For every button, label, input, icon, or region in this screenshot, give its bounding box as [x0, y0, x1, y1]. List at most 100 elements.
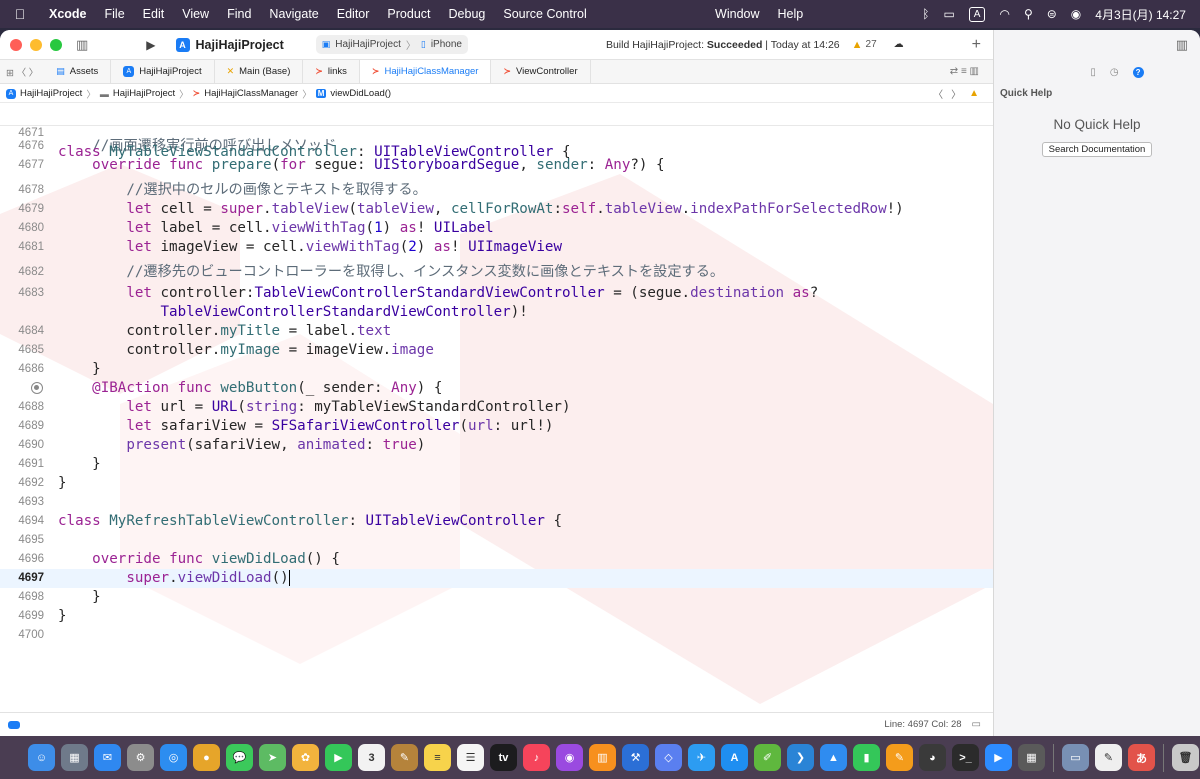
- next-issue-icon[interactable]: 〉: [951, 86, 961, 101]
- simulator-icon[interactable]: ◇: [655, 744, 682, 771]
- code-line[interactable]: TableViewControllerStandardViewControlle…: [0, 303, 993, 322]
- menu-view[interactable]: View: [173, 7, 218, 21]
- code-line[interactable]: 4695: [0, 531, 993, 550]
- previous-issue-icon[interactable]: 〈: [933, 86, 943, 101]
- github-desktop-icon[interactable]: ◕: [919, 744, 946, 771]
- siri-icon[interactable]: ◉: [1071, 7, 1081, 21]
- search-documentation-button[interactable]: Search Documentation: [1041, 142, 1153, 157]
- tv-icon[interactable]: tv: [490, 744, 517, 771]
- books-icon[interactable]: ▥: [589, 744, 616, 771]
- trash-icon[interactable]: 🗑: [1172, 744, 1199, 771]
- related-items-icon[interactable]: ⊞ 〈 〉: [0, 60, 44, 83]
- numbers-icon[interactable]: ▮: [853, 744, 880, 771]
- code-line[interactable]: 4698 }: [0, 588, 993, 607]
- menu-source-control[interactable]: Source Control: [494, 7, 595, 21]
- code-line[interactable]: 4679 let cell = super.tableView(tableVie…: [0, 200, 993, 219]
- code-line[interactable]: 4693: [0, 493, 993, 512]
- code-line[interactable]: 4692}: [0, 474, 993, 493]
- code-line[interactable]: 4686 }: [0, 360, 993, 379]
- menu-product[interactable]: Product: [378, 7, 439, 21]
- code-line[interactable]: 4685 controller.myImage = imageView.imag…: [0, 341, 993, 360]
- tab-viewcontroller[interactable]: ≻ ViewController: [491, 60, 591, 83]
- breadcrumb-symbol[interactable]: MviewDidLoad(): [315, 88, 391, 99]
- finder-icon[interactable]: ☺: [28, 744, 55, 771]
- code-line[interactable]: 4680 let label = cell.viewWithTag(1) as!…: [0, 219, 993, 238]
- photos-icon[interactable]: ✿: [292, 744, 319, 771]
- menu-window[interactable]: Window: [706, 7, 768, 21]
- menu-find[interactable]: Find: [218, 7, 260, 21]
- minimize-window-button[interactable]: [30, 38, 42, 51]
- code-line[interactable]: 4689 let safariView = SFSafariViewContro…: [0, 417, 993, 436]
- code-line[interactable]: 4699}: [0, 607, 993, 626]
- code-line[interactable]: 4690 present(safariView, animated: true): [0, 436, 993, 455]
- bluetooth-icon[interactable]: ᛒ: [922, 7, 929, 21]
- history-inspector-icon[interactable]: ◷: [1110, 67, 1119, 78]
- wifi-icon[interactable]: ◠: [999, 7, 1009, 21]
- menu-debug[interactable]: Debug: [440, 7, 495, 21]
- terminal-icon[interactable]: >_: [952, 744, 979, 771]
- warning-icon[interactable]: ▲: [969, 88, 979, 99]
- reminders-icon[interactable]: ☰: [457, 744, 484, 771]
- source-editor[interactable]: 4671 class MyTableViewStandardController…: [0, 104, 993, 712]
- code-line[interactable]: 4682 //遷移先のビューコントローラーを取得し、インスタンス変数に画像とテキ…: [0, 263, 993, 282]
- tab-links[interactable]: ≻ links: [303, 60, 360, 83]
- facetime-icon[interactable]: ▶: [325, 744, 352, 771]
- code-line[interactable]: 4684 controller.myTitle = label.text: [0, 322, 993, 341]
- notes-icon[interactable]: ≡: [424, 744, 451, 771]
- battery-icon[interactable]: ▭: [943, 7, 954, 21]
- maps-icon[interactable]: ➤: [259, 744, 286, 771]
- code-line[interactable]: 4678 //選択中のセルの画像とテキストを取得する。: [0, 181, 993, 200]
- mail-icon[interactable]: ✉: [94, 744, 121, 771]
- zoom-icon[interactable]: ▶: [985, 744, 1012, 771]
- code-line[interactable]: @IBAction func webButton(_ sender: Any) …: [0, 379, 993, 398]
- calendar-icon[interactable]: 3: [358, 744, 385, 771]
- editor-options-icons[interactable]: ⇄ ≡ ▥: [950, 66, 979, 77]
- menubar-clock[interactable]: 4月3日(月) 14:27: [1095, 6, 1186, 23]
- input-source-indicator[interactable]: A: [968, 6, 986, 22]
- podcasts-icon[interactable]: ◉: [556, 744, 583, 771]
- breadcrumb-project[interactable]: A HajiHajiProject: [6, 88, 82, 99]
- menu-file[interactable]: File: [96, 7, 134, 21]
- run-destination-selector[interactable]: ▣ HajiHajiProject 〉 ▯ iPhone: [315, 35, 468, 54]
- inspector-toggle-icon[interactable]: ▥: [1176, 37, 1188, 53]
- messages-icon[interactable]: 💬: [226, 744, 253, 771]
- calculator-icon[interactable]: ▦: [1018, 744, 1045, 771]
- chrome-icon[interactable]: ●: [193, 744, 220, 771]
- menu-editor[interactable]: Editor: [328, 7, 379, 21]
- current-code-line[interactable]: 4697 super.viewDidLoad(): [0, 569, 993, 588]
- music-icon[interactable]: ♪: [523, 744, 550, 771]
- debug-area-toggle[interactable]: [8, 720, 20, 729]
- kotoeri-icon[interactable]: あ: [1128, 744, 1155, 771]
- code-line[interactable]: 4688 let url = URL(string: myTableViewSt…: [0, 398, 993, 417]
- scheme-title[interactable]: A HajiHajiProject: [175, 37, 284, 52]
- system-settings-icon[interactable]: ⚙: [127, 744, 154, 771]
- code-line[interactable]: 4691 }: [0, 455, 993, 474]
- run-button-icon[interactable]: ▶: [146, 38, 155, 52]
- code-line[interactable]: 4681 let imageView = cell.viewWithTag(2)…: [0, 238, 993, 257]
- file-inspector-icon[interactable]: ▯: [1090, 67, 1096, 78]
- add-tab-icon[interactable]: +: [972, 36, 981, 54]
- spotlight-search-icon[interactable]: ⚲: [1024, 7, 1033, 21]
- breadcrumb-file[interactable]: ≻ HajiHajiClassManager: [193, 88, 299, 99]
- xcode-beta-icon[interactable]: ✐: [754, 744, 781, 771]
- close-window-button[interactable]: [10, 38, 22, 51]
- menu-app-name[interactable]: Xcode: [40, 7, 96, 21]
- apple-menu-icon[interactable]: : [0, 6, 40, 22]
- control-center-icon[interactable]: ⊜: [1047, 7, 1057, 21]
- tab-hajihajiproject[interactable]: A HajiHajiProject: [111, 60, 215, 83]
- vscode-icon[interactable]: ❯: [787, 744, 814, 771]
- safari-icon[interactable]: ◎: [160, 744, 187, 771]
- menu-help[interactable]: Help: [769, 7, 813, 21]
- pages-icon[interactable]: ✎: [886, 744, 913, 771]
- sticky-scope-header[interactable]: 4671 class MyTableViewStandardController…: [0, 104, 993, 160]
- menu-navigate[interactable]: Navigate: [260, 7, 327, 21]
- testflight-icon[interactable]: ✈: [688, 744, 715, 771]
- textedit-icon[interactable]: ✎: [1095, 744, 1122, 771]
- quick-help-icon[interactable]: ?: [1132, 66, 1144, 78]
- xcode-icon[interactable]: ⚒: [622, 744, 649, 771]
- tab-main-base[interactable]: ✕ Main (Base): [215, 60, 304, 83]
- breadcrumb-group[interactable]: ▬ HajiHajiProject: [100, 88, 175, 99]
- inspector-toggle-icon[interactable]: ▭: [972, 719, 981, 730]
- app-store-icon[interactable]: A: [721, 744, 748, 771]
- code-line[interactable]: 4700: [0, 626, 993, 645]
